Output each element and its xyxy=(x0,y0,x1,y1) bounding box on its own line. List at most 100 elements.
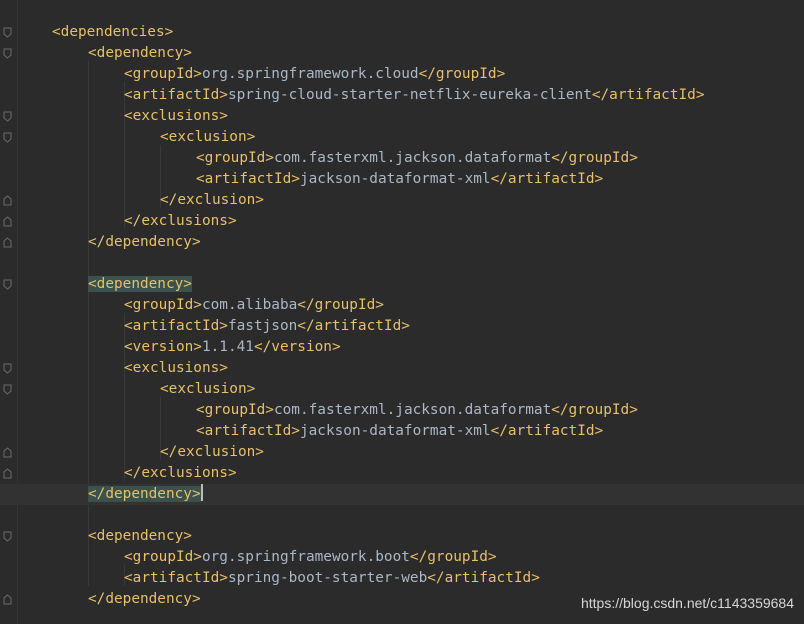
code-line[interactable]: <groupId>org.springframework.boot</group… xyxy=(0,547,804,568)
code-line[interactable]: <dependency> xyxy=(0,274,804,295)
code-line[interactable]: <dependency> xyxy=(0,526,804,547)
xml-tag: <dependencies> xyxy=(52,23,174,40)
code-line[interactable]: <groupId>com.fasterxml.jackson.dataforma… xyxy=(0,400,804,421)
code-line[interactable]: <artifactId>jackson-dataformat-xml</arti… xyxy=(0,169,804,190)
line-content: </dependency> xyxy=(88,483,203,505)
line-content: <groupId>com.fasterxml.jackson.dataforma… xyxy=(196,148,638,169)
xml-tag: <version> xyxy=(124,338,202,355)
xml-tag: </groupId> xyxy=(551,401,638,418)
code-line[interactable]: <artifactId>spring-cloud-starter-netflix… xyxy=(0,85,804,106)
xml-tag: <exclusions> xyxy=(124,107,228,124)
code-line[interactable]: <artifactId>fastjson</artifactId> xyxy=(0,316,804,337)
line-content: <dependency> xyxy=(88,526,192,547)
line-content: <exclusion> xyxy=(160,379,255,400)
line-content: </exclusion> xyxy=(160,190,264,211)
xml-tag: </dependency> xyxy=(88,590,201,607)
xml-tag: <exclusions> xyxy=(124,359,228,376)
code-line[interactable]: <exclusion> xyxy=(0,127,804,148)
code-line[interactable] xyxy=(0,253,804,274)
watermark-url: https://blog.csdn.net/c1143359684 xyxy=(580,595,794,611)
line-content: <artifactId>spring-boot-starter-web</art… xyxy=(124,568,540,589)
code-line[interactable]: <groupId>com.fasterxml.jackson.dataforma… xyxy=(0,148,804,169)
line-content: <groupId>com.fasterxml.jackson.dataforma… xyxy=(196,400,638,421)
code-line[interactable]: </exclusion> xyxy=(0,190,804,211)
line-content: </exclusions> xyxy=(124,211,237,232)
xml-tag: <artifactId> xyxy=(124,86,228,103)
code-line[interactable]: <groupId>com.alibaba</groupId> xyxy=(0,295,804,316)
code-line[interactable]: <exclusions> xyxy=(0,358,804,379)
line-content: <artifactId>jackson-dataformat-xml</arti… xyxy=(196,169,603,190)
line-content: <exclusions> xyxy=(124,358,228,379)
line-content: <groupId>org.springframework.cloud</grou… xyxy=(124,64,505,85)
xml-tag: <exclusion> xyxy=(160,128,256,145)
code-line[interactable]: </dependency> xyxy=(0,232,804,253)
xml-text: com.fasterxml.jackson.dataformat xyxy=(273,149,552,166)
xml-tag: </exclusions> xyxy=(124,212,237,229)
line-content: </dependency> xyxy=(88,232,201,253)
line-content: <exclusion> xyxy=(160,127,255,148)
code-line[interactable]: <artifactId>jackson-dataformat-xml</arti… xyxy=(0,421,804,442)
xml-text: fastjson xyxy=(227,317,298,334)
xml-tag: <artifactId> xyxy=(124,569,228,586)
xml-tag: <groupId> xyxy=(124,548,202,565)
line-content: <dependencies> xyxy=(52,22,173,43)
code-line[interactable]: <exclusions> xyxy=(0,106,804,127)
xml-tag: <dependency> xyxy=(88,527,192,544)
xml-tag: <dependency> xyxy=(88,275,192,292)
xml-tag: </artifactId> xyxy=(490,170,604,187)
code-line[interactable]: <groupId>org.springframework.cloud</grou… xyxy=(0,64,804,85)
line-content: <groupId>org.springframework.boot</group… xyxy=(124,547,497,568)
xml-tag: <groupId> xyxy=(196,401,274,418)
line-content: </exclusion> xyxy=(160,442,264,463)
xml-text: jackson-dataformat-xml xyxy=(299,422,491,439)
xml-tag: </artifactId> xyxy=(591,86,705,103)
code-line[interactable]: <version>1.1.41</version> xyxy=(0,337,804,358)
xml-tag: </groupId> xyxy=(409,548,497,565)
xml-text: com.fasterxml.jackson.dataformat xyxy=(273,401,552,418)
code-line[interactable]: <dependencies> xyxy=(0,22,804,43)
line-content: </exclusions> xyxy=(124,463,237,484)
xml-tag: <groupId> xyxy=(124,296,202,313)
xml-text: com.alibaba xyxy=(201,296,298,313)
xml-tag: </exclusions> xyxy=(124,464,237,481)
xml-tag: <dependency> xyxy=(88,44,192,61)
code-line[interactable]: </exclusions> xyxy=(0,463,804,484)
xml-tag: </version> xyxy=(253,338,341,355)
code-line[interactable]: <exclusion> xyxy=(0,379,804,400)
xml-tag: <artifactId> xyxy=(196,422,300,439)
line-content: <dependency> xyxy=(88,274,192,295)
xml-text: spring-boot-starter-web xyxy=(227,569,428,586)
xml-tag: <groupId> xyxy=(124,65,202,82)
line-content: <artifactId>fastjson</artifactId> xyxy=(124,316,410,337)
code-line[interactable]: </exclusions> xyxy=(0,211,804,232)
xml-tag: <artifactId> xyxy=(196,170,300,187)
xml-tag: </groupId> xyxy=(297,296,384,313)
xml-tag: </exclusion> xyxy=(160,191,264,208)
xml-tag: </dependency> xyxy=(88,485,201,502)
xml-tag: </groupId> xyxy=(418,65,506,82)
xml-text: org.springframework.boot xyxy=(201,548,410,565)
xml-text: jackson-dataformat-xml xyxy=(299,170,491,187)
xml-tag: <artifactId> xyxy=(124,317,228,334)
code-editor[interactable]: <dependencies> <dependency> <groupId>org.s… xyxy=(0,0,804,624)
line-content: <artifactId>jackson-dataformat-xml</arti… xyxy=(196,421,603,442)
xml-text: org.springframework.cloud xyxy=(201,65,419,82)
xml-tag: </artifactId> xyxy=(427,569,540,586)
xml-tag: </groupId> xyxy=(551,149,638,166)
code-line[interactable]: </exclusion> xyxy=(0,442,804,463)
line-content: <exclusions> xyxy=(124,106,228,127)
xml-tag: </exclusion> xyxy=(160,443,264,460)
xml-tag: </artifactId> xyxy=(490,422,604,439)
line-content: <version>1.1.41</version> xyxy=(124,337,341,358)
code-line[interactable] xyxy=(0,505,804,526)
code-line[interactable]: <artifactId>spring-boot-starter-web</art… xyxy=(0,568,804,589)
xml-tag: <groupId> xyxy=(196,149,274,166)
xml-tag: </artifactId> xyxy=(297,317,410,334)
xml-tag: <exclusion> xyxy=(160,380,256,397)
line-content: <dependency> xyxy=(88,43,192,64)
xml-text: spring-cloud-starter-netflix-eureka-clie… xyxy=(227,86,592,103)
text-caret xyxy=(200,483,203,501)
code-line[interactable]: </dependency> xyxy=(0,483,804,505)
xml-text: 1.1.41 xyxy=(201,338,254,355)
code-line[interactable]: <dependency> xyxy=(0,43,804,64)
